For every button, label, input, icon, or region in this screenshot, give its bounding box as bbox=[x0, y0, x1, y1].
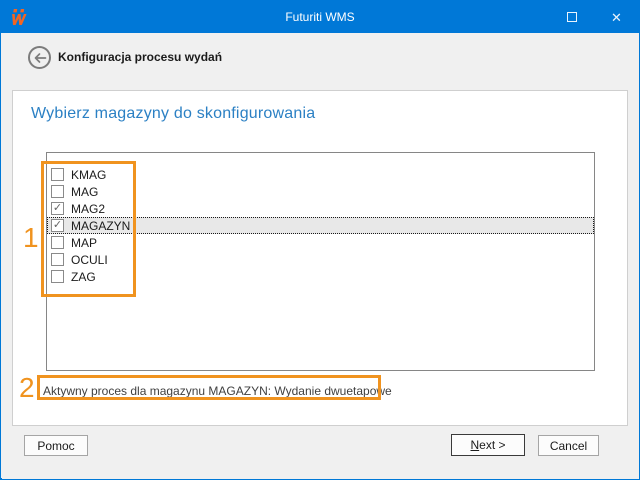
annotation-number-1: 1 bbox=[23, 224, 39, 252]
help-button[interactable]: Pomoc bbox=[24, 435, 88, 456]
maximize-icon bbox=[567, 12, 577, 22]
app-window: Futuriti WMS ✕ Konfiguracja procesu wyda… bbox=[0, 0, 640, 480]
wizard-header: Konfiguracja procesu wydań bbox=[2, 33, 639, 90]
next-button-label: ext > bbox=[479, 438, 505, 452]
annotation-number-2: 2 bbox=[19, 374, 35, 402]
back-arrow-icon bbox=[33, 52, 47, 64]
close-button[interactable]: ✕ bbox=[594, 1, 639, 33]
close-icon: ✕ bbox=[611, 11, 622, 24]
title-bar[interactable]: Futuriti WMS ✕ bbox=[1, 1, 639, 33]
section-heading: Wybierz magazyny do skonfigurowania bbox=[31, 105, 315, 123]
button-bar: Pomoc Next > Cancel bbox=[2, 426, 639, 479]
maximize-button[interactable] bbox=[549, 1, 594, 33]
next-button-mnemonic: N bbox=[470, 438, 479, 452]
window-title: Futuriti WMS bbox=[1, 1, 639, 33]
next-button[interactable]: Next > bbox=[451, 434, 525, 456]
back-button[interactable] bbox=[28, 46, 51, 69]
annotation-rect-2 bbox=[37, 375, 381, 400]
annotation-rect-1 bbox=[41, 161, 136, 297]
cancel-button[interactable]: Cancel bbox=[538, 435, 599, 456]
page-title: Konfiguracja procesu wydań bbox=[58, 50, 222, 64]
